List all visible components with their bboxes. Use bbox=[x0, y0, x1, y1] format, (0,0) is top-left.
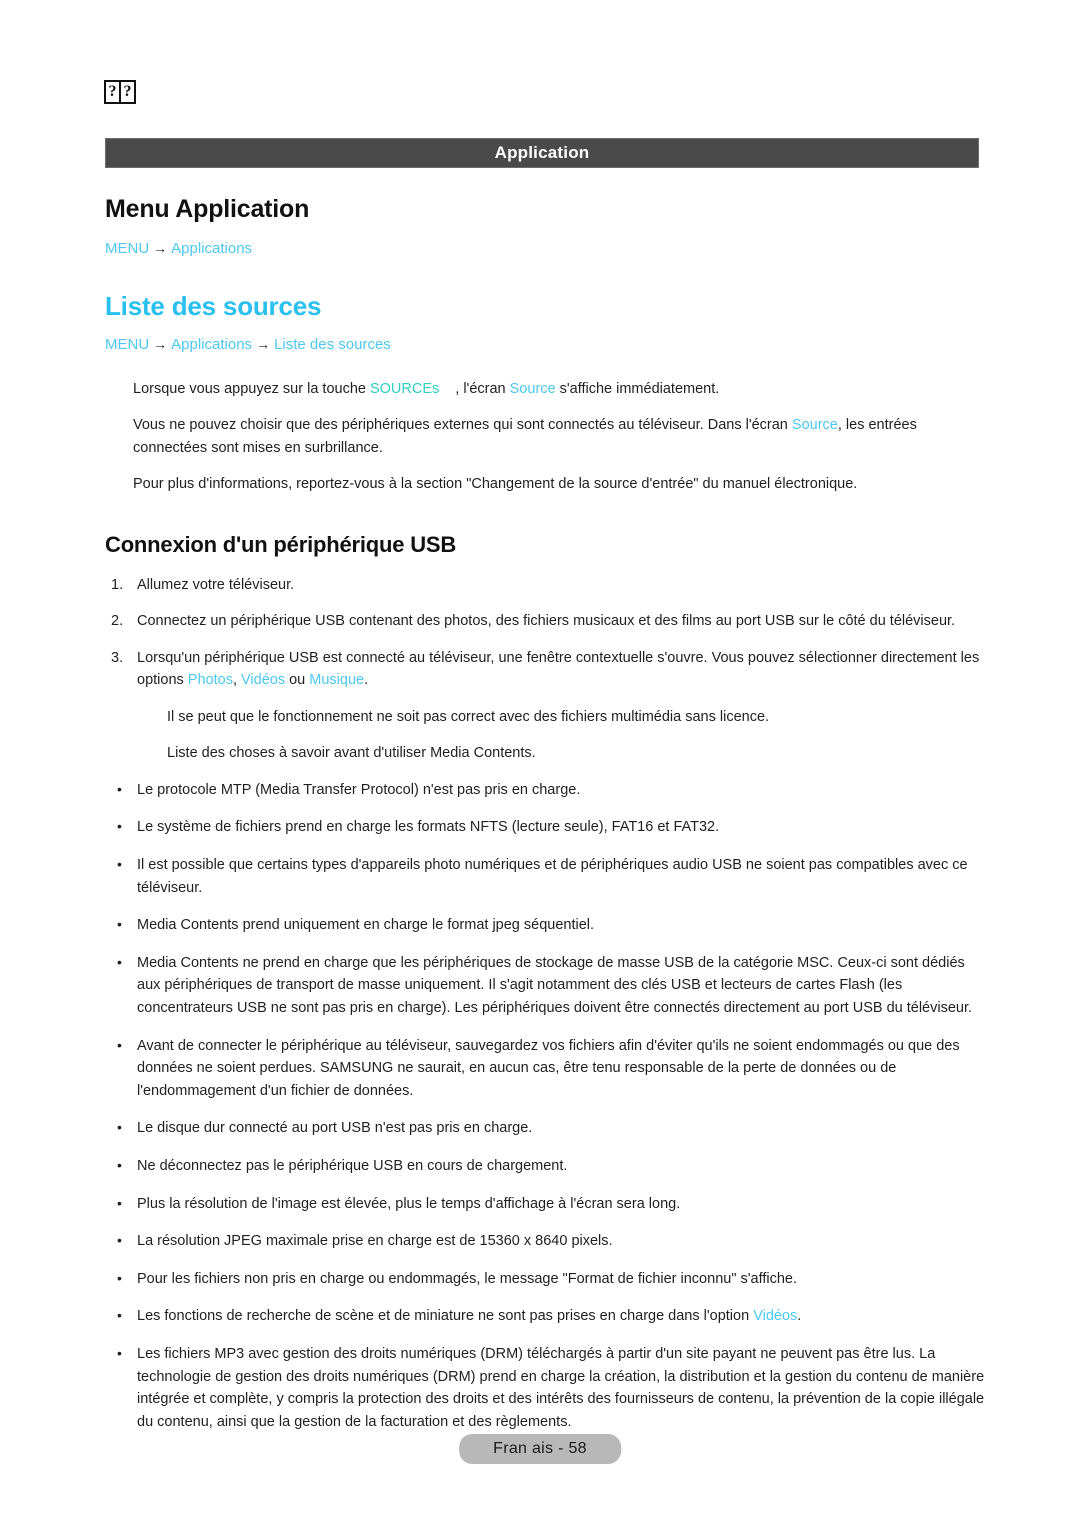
note-media-contents-list: Liste des choses à savoir avant d'utilis… bbox=[167, 745, 536, 762]
bullet-icon: • bbox=[117, 1345, 122, 1362]
link-videos[interactable]: Vidéos bbox=[241, 672, 285, 688]
bullet-text: Les fonctions de recherche de scène et d… bbox=[137, 1308, 801, 1324]
bullet-icon: • bbox=[117, 818, 122, 835]
text-fragment: s'affiche immédiatement. bbox=[555, 381, 720, 397]
page-content: Menu Application MENU → Applications Liste… bbox=[105, 195, 985, 1448]
text-fragment: . bbox=[364, 672, 369, 689]
bullet-text: Le protocole MTP (Media Transfer Protoco… bbox=[137, 781, 581, 798]
bullet-icon: • bbox=[117, 953, 122, 970]
link-photos[interactable]: Photos bbox=[188, 672, 233, 688]
bullet-icon: • bbox=[117, 916, 122, 933]
breadcrumb-item-menu[interactable]: MENU bbox=[105, 336, 149, 353]
missing-glyph-icon: ? ? bbox=[104, 80, 136, 104]
usb-notes-bullet-list: • Le protocole MTP (Media Transfer Protoc… bbox=[105, 779, 985, 1434]
page-title: Menu Application bbox=[105, 195, 310, 223]
page-footer-label: Fran ais - 58 bbox=[459, 1434, 621, 1464]
step-number: 3. bbox=[111, 649, 124, 666]
breadcrumb-item-applications[interactable]: Applications bbox=[171, 240, 252, 257]
chapter-header-band: Application bbox=[105, 138, 979, 168]
text-fragment: , l'écran bbox=[455, 381, 510, 397]
key-label-sources: SOURCEs bbox=[369, 381, 440, 397]
paragraph-external-devices: Vous ne pouvez choisir que des périphéri… bbox=[105, 414, 985, 459]
bullet-icon: • bbox=[117, 1157, 122, 1173]
bullet-text: Media Contents prend uniquement en charg… bbox=[137, 917, 595, 934]
link-videos[interactable]: Vidéos bbox=[753, 1308, 797, 1324]
bullet-icon: • bbox=[117, 1269, 122, 1286]
link-source[interactable]: Source bbox=[792, 417, 838, 433]
step-text: Connectez un périphérique USB contenant … bbox=[137, 613, 956, 630]
list-item: 2. Connectez un périphérique USB contenan… bbox=[105, 610, 985, 632]
list-item: • Les fonctions de recherche de scène et … bbox=[105, 1305, 985, 1328]
list-item: • La résolution JPEG maximale prise en ch… bbox=[105, 1230, 985, 1253]
list-item: • Media Contents ne prend en charge que l… bbox=[105, 952, 985, 1020]
bullet-icon: • bbox=[117, 855, 122, 872]
bullet-icon: • bbox=[117, 1119, 122, 1136]
list-item: • Le système de fichiers prend en charge … bbox=[105, 816, 985, 839]
bullet-icon: • bbox=[117, 1232, 122, 1249]
text-fragment: ou bbox=[285, 672, 310, 689]
list-item: • Ne déconnectez pas le périphérique USB … bbox=[105, 1155, 985, 1178]
text-fragment: Lorsque vous appuyez sur la touche bbox=[133, 381, 370, 397]
bullet-icon: • bbox=[117, 780, 122, 797]
bullet-text: Ne déconnectez pas le périphérique USB e… bbox=[137, 1158, 568, 1174]
arrow-right-icon: → bbox=[153, 240, 168, 256]
step-number: 1. bbox=[111, 576, 124, 593]
bullet-icon: • bbox=[117, 1307, 122, 1324]
bullet-text: Le disque dur connecté au port USB n'est… bbox=[137, 1120, 533, 1137]
step-text: Allumez votre téléviseur. bbox=[137, 576, 295, 593]
bullet-text: Le système de fichiers prend en charge l… bbox=[137, 819, 720, 836]
breadcrumb-item-menu[interactable]: MENU bbox=[105, 240, 149, 257]
list-item: • Plus la résolution de l'image est élevé… bbox=[105, 1193, 985, 1216]
text-fragment: Les fonctions de recherche de scène et d… bbox=[137, 1308, 754, 1325]
list-item: • Les fichiers MP3 avec gestion des droit… bbox=[105, 1343, 985, 1433]
missing-glyph-box-2: ? bbox=[119, 80, 136, 104]
list-item: 3. Lorsqu'un périphérique USB est connect… bbox=[105, 647, 985, 692]
bullet-text: La résolution JPEG maximale prise en cha… bbox=[137, 1233, 613, 1250]
paragraph-more-info: Pour plus d'informations, reportez-vous … bbox=[133, 476, 858, 493]
list-item: • Avant de connecter le périphérique au t… bbox=[105, 1035, 985, 1103]
breadcrumb-liste-des-sources: MENU → Applications → Liste des sources bbox=[105, 334, 985, 357]
step-number: 2. bbox=[111, 613, 124, 630]
list-item: • Le protocole MTP (Media Transfer Protoc… bbox=[105, 779, 985, 802]
breadcrumb-item-applications[interactable]: Applications bbox=[171, 336, 252, 353]
text-fragment: , bbox=[232, 672, 242, 689]
link-musique[interactable]: Musique bbox=[309, 672, 364, 688]
list-item: 1. Allumez votre téléviseur. bbox=[105, 574, 985, 596]
text-fragment: Vous ne pouvez choisir que des périphéri… bbox=[133, 417, 792, 434]
bullet-icon: • bbox=[117, 1194, 122, 1211]
breadcrumb-menu-applications: MENU → Applications bbox=[105, 238, 985, 261]
text-fragment: . bbox=[797, 1308, 802, 1325]
bullet-text: Pour les fichiers non pris en charge ou … bbox=[137, 1270, 797, 1287]
note-unlicensed-media: Il se peut que le fonctionnement ne soit… bbox=[167, 708, 770, 725]
bullet-text: Avant de connecter le périphérique au té… bbox=[137, 1037, 960, 1099]
usb-steps-list: 1. Allumez votre téléviseur. 2. Connectez … bbox=[105, 574, 985, 692]
bullet-text: Il est possible que certains types d'app… bbox=[137, 856, 968, 896]
chapter-header-title: Application bbox=[494, 143, 590, 162]
heading-liste-des-sources: Liste des sources bbox=[105, 290, 322, 321]
list-item: • Media Contents prend uniquement en char… bbox=[105, 914, 985, 937]
heading-connexion-usb: Connexion d'un périphérique USB bbox=[105, 531, 457, 557]
link-source[interactable]: Source bbox=[510, 381, 556, 397]
bullet-text: Plus la résolution de l'image est élevée… bbox=[137, 1195, 681, 1212]
breadcrumb-item-liste-des-sources[interactable]: Liste des sources bbox=[274, 336, 391, 353]
list-item: • Le disque dur connecté au port USB n'es… bbox=[105, 1117, 985, 1140]
bullet-text: Media Contents ne prend en charge que le… bbox=[137, 954, 973, 1016]
list-item: • Il est possible que certains types d'ap… bbox=[105, 854, 985, 899]
list-item: • Pour les fichiers non pris en charge ou… bbox=[105, 1268, 985, 1291]
bullet-icon: • bbox=[117, 1036, 122, 1053]
bullet-text: Les fichiers MP3 avec gestion des droits… bbox=[137, 1346, 985, 1430]
arrow-right-icon: → bbox=[256, 335, 271, 352]
document-page: ? ? Application Menu Application MENU → Ap… bbox=[0, 0, 1080, 1519]
arrow-right-icon: → bbox=[153, 335, 168, 352]
step-text: Lorsqu'un périphérique USB est connecté … bbox=[137, 650, 979, 688]
paragraph-source-button: Lorsque vous appuyez sur la touche SOURC… bbox=[105, 378, 985, 400]
